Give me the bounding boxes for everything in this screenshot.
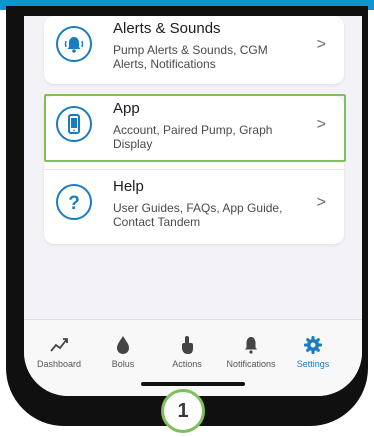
svg-text:?: ? xyxy=(68,193,80,213)
dashboard-trend-icon xyxy=(50,338,68,352)
settings-gear-icon xyxy=(304,336,322,354)
app-row-highlight xyxy=(44,94,346,162)
tab-settings[interactable]: Settings xyxy=(282,334,344,369)
menu-item-description: Pump Alerts & Sounds, CGM Alerts, Notifi… xyxy=(113,43,268,71)
chevron-right-icon: > xyxy=(316,194,326,211)
step-callout-badge: 1 xyxy=(161,389,205,433)
chevron-right-icon: > xyxy=(316,36,326,53)
bottom-tab-bar: Dashboard Bolus Actions Notifications Se… xyxy=(24,319,362,396)
tab-dashboard[interactable]: Dashboard xyxy=(28,334,90,369)
help-question-icon: ? xyxy=(56,184,92,220)
notifications-bell-icon xyxy=(245,337,257,354)
phone-frame: Alerts & Sounds Pump Alerts & Sounds, CG… xyxy=(6,6,368,426)
menu-item-help[interactable]: ? Help User Guides, FAQs, App Guide, Con… xyxy=(44,174,344,242)
tab-actions[interactable]: Actions xyxy=(156,334,218,369)
alert-bell-icon xyxy=(56,26,92,62)
tab-label: Settings xyxy=(296,359,330,369)
menu-item-title: Help xyxy=(113,178,144,195)
menu-item-alerts-sounds[interactable]: Alerts & Sounds Pump Alerts & Sounds, CG… xyxy=(44,16,344,84)
tab-notifications[interactable]: Notifications xyxy=(220,334,282,369)
tab-label: Actions xyxy=(172,359,202,369)
menu-divider xyxy=(44,169,344,170)
home-indicator[interactable] xyxy=(141,382,245,386)
bolus-drop-icon xyxy=(117,336,129,354)
tab-label: Notifications xyxy=(226,359,276,369)
tab-label: Dashboard xyxy=(36,359,82,369)
actions-hand-icon xyxy=(182,336,193,354)
menu-card-alerts: Alerts & Sounds Pump Alerts & Sounds, CG… xyxy=(44,16,344,84)
phone-screen: Alerts & Sounds Pump Alerts & Sounds, CG… xyxy=(24,16,362,396)
tab-label: Bolus xyxy=(111,359,135,369)
menu-item-description: User Guides, FAQs, App Guide, Contact Ta… xyxy=(113,201,283,229)
tab-bolus[interactable]: Bolus xyxy=(92,334,154,369)
menu-item-title: Alerts & Sounds xyxy=(113,20,221,37)
